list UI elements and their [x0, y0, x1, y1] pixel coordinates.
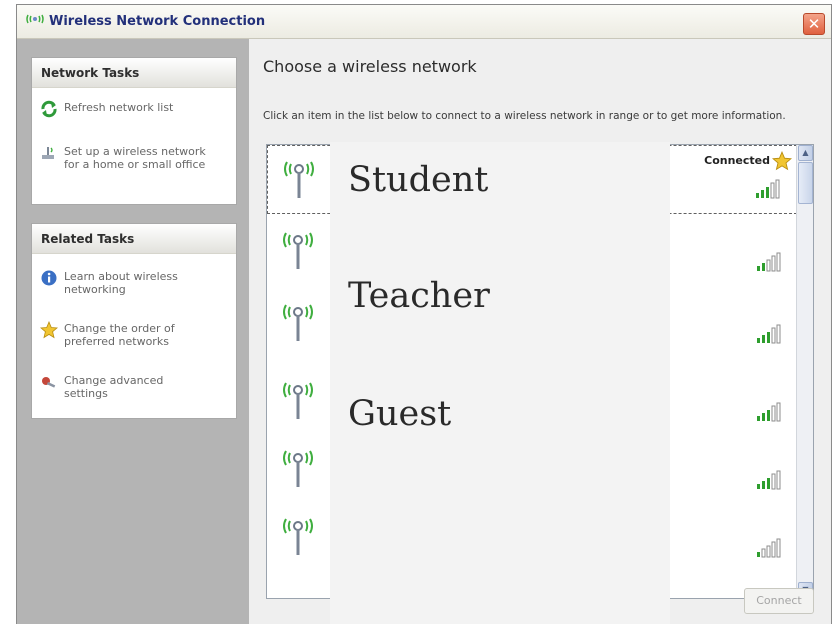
window-title: Wireless Network Connection [49, 14, 266, 29]
related-tasks-heading: Related Tasks [32, 224, 236, 254]
signal-strength-icon [757, 402, 781, 422]
network-tasks-heading: Network Tasks [32, 58, 236, 88]
title-bar[interactable]: Wireless Network Connection ✕ [17, 5, 831, 39]
change-network-order-link[interactable]: Change the order of preferred networks [32, 321, 236, 353]
setup-wireless-network-label: Set up a wireless network for a home or … [64, 145, 206, 171]
signal-strength-icon [757, 252, 781, 272]
wireless-antenna-icon [283, 450, 313, 487]
network-tasks-panel: Network Tasks Refresh network list Set u… [31, 57, 237, 205]
task-pane: Network Tasks Refresh network list Set u… [17, 39, 249, 624]
wireless-antenna-icon [283, 518, 313, 555]
network-list-scrollbar[interactable]: ▲ ▼ [796, 145, 813, 598]
page-title: Choose a wireless network [263, 57, 477, 76]
signal-strength-icon [757, 470, 781, 490]
network-name-teacher: Teacher [348, 276, 490, 316]
advanced-settings-icon [42, 377, 56, 388]
connect-button[interactable]: Connect [744, 588, 814, 614]
setup-wireless-network-link[interactable]: Set up a wireless network for a home or … [32, 144, 236, 176]
network-name-student: Student [348, 160, 489, 200]
star-icon [40, 321, 58, 339]
signal-strength-icon [756, 179, 780, 199]
info-icon [41, 270, 57, 286]
change-advanced-settings-label: Change advanced settings [64, 374, 164, 400]
connected-status-label: Connected [704, 154, 770, 167]
change-advanced-settings-link[interactable]: Change advanced settings [32, 373, 236, 405]
learn-about-wireless-label: Learn about wireless networking [64, 270, 178, 296]
wireless-icon [26, 14, 44, 24]
instructions-text: Click an item in the list below to conne… [263, 110, 786, 122]
signal-strength-icon [757, 538, 781, 558]
wireless-antenna-icon [283, 232, 313, 269]
scroll-thumb[interactable] [798, 162, 813, 204]
scroll-up-button[interactable]: ▲ [798, 145, 813, 161]
close-button[interactable]: ✕ [803, 13, 825, 35]
wireless-antenna-icon [283, 382, 313, 419]
refresh-network-list-label: Refresh network list [64, 101, 174, 114]
preferred-network-star-icon [772, 151, 792, 171]
wireless-antenna-icon [284, 161, 314, 198]
network-names-overlay: Student Teacher Guest [330, 142, 670, 624]
refresh-icon [41, 100, 57, 118]
setup-network-icon [42, 147, 54, 159]
signal-strength-icon [757, 324, 781, 344]
related-tasks-panel: Related Tasks Learn about wireless netwo… [31, 223, 237, 419]
network-name-guest: Guest [348, 394, 452, 434]
learn-about-wireless-link[interactable]: Learn about wireless networking [32, 269, 236, 301]
wireless-antenna-icon [283, 304, 313, 341]
refresh-network-list-link[interactable]: Refresh network list [32, 100, 236, 120]
change-network-order-label: Change the order of preferred networks [64, 322, 175, 348]
